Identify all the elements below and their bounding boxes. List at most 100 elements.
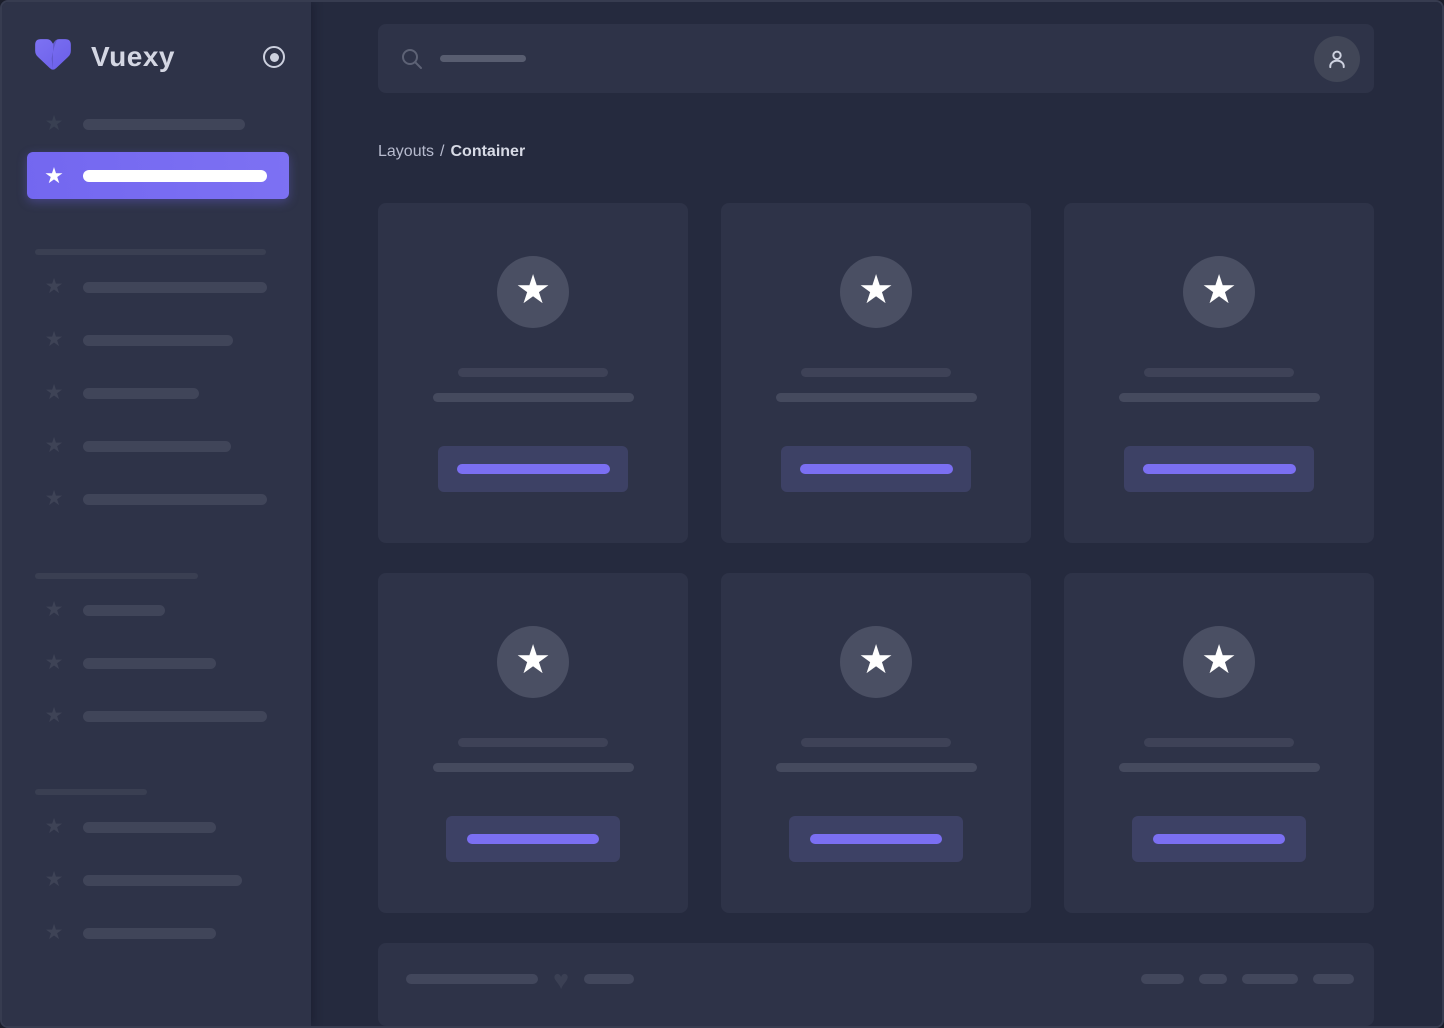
button-label-placeholder <box>456 464 610 475</box>
label-placeholder <box>83 604 165 616</box>
label-placeholder <box>83 281 267 293</box>
placeholder-card: ★ <box>378 573 688 914</box>
card-title-placeholder <box>458 738 608 748</box>
app-window: Vuexy ★ ★ ★ ★ ★ ★ ★ ★ ★ ★ ★ ★ ★ Layouts … <box>0 0 1444 1028</box>
card-title-placeholder <box>801 738 951 748</box>
sidebar-item[interactable]: ★ <box>2 652 311 674</box>
card-subtitle-placeholder <box>432 763 634 773</box>
sidebar-item[interactable]: ★ <box>2 435 311 457</box>
sidebar-item[interactable]: ★ <box>2 816 311 838</box>
star-icon: ★ <box>44 704 64 727</box>
footer-link-placeholder <box>1242 974 1298 985</box>
search-bar[interactable] <box>378 24 1374 94</box>
label-placeholder <box>83 440 231 452</box>
footer-text-placeholder <box>406 974 538 985</box>
card-star-badge: ★ <box>840 256 912 329</box>
footer-link-placeholder <box>1199 974 1227 985</box>
card-action-button[interactable] <box>1132 816 1306 863</box>
vuexy-logo-icon <box>35 39 71 70</box>
card-subtitle-placeholder <box>1118 763 1320 773</box>
star-icon: ★ <box>44 381 64 404</box>
label-placeholder <box>83 387 199 399</box>
star-icon: ★ <box>44 328 64 351</box>
card-star-badge: ★ <box>497 256 569 329</box>
sidebar-item[interactable]: ★ <box>2 599 311 621</box>
breadcrumb-current: Container <box>450 143 526 161</box>
card-action-button[interactable] <box>1124 446 1314 493</box>
card-title-placeholder <box>458 368 608 378</box>
card-action-button[interactable] <box>781 446 971 493</box>
radio-dot-icon <box>269 52 279 62</box>
button-label-placeholder <box>1153 834 1285 845</box>
star-icon: ★ <box>44 598 64 621</box>
card-action-button[interactable] <box>446 816 620 863</box>
sidebar-item[interactable]: ★ <box>2 922 311 944</box>
placeholder-card: ★ <box>721 573 1031 914</box>
placeholder-card: ★ <box>721 203 1031 544</box>
star-icon: ★ <box>44 162 64 188</box>
breadcrumb: Layouts / Container <box>378 142 1374 161</box>
brand-title: Vuexy <box>91 41 175 72</box>
star-icon: ★ <box>1201 638 1237 683</box>
card-star-badge: ★ <box>497 626 569 699</box>
sidebar-item[interactable]: ★ <box>2 329 311 351</box>
star-icon: ★ <box>515 268 551 313</box>
sidebar-nav: ★ ★ ★ ★ ★ ★ ★ ★ ★ ★ ★ ★ ★ <box>2 113 311 944</box>
star-icon: ★ <box>44 815 64 838</box>
card-subtitle-placeholder <box>1118 393 1320 403</box>
star-icon: ★ <box>515 638 551 683</box>
star-icon: ★ <box>858 268 894 313</box>
button-label-placeholder <box>467 834 599 845</box>
star-icon: ★ <box>44 112 64 135</box>
label-placeholder <box>83 493 267 505</box>
star-icon: ★ <box>44 487 64 510</box>
label-placeholder <box>83 821 216 833</box>
sidebar-item[interactable]: ★ <box>2 382 311 404</box>
label-placeholder <box>83 710 267 722</box>
label-placeholder <box>83 874 242 886</box>
card-star-badge: ★ <box>1183 256 1255 329</box>
label-placeholder <box>83 118 245 130</box>
card-action-button[interactable] <box>789 816 963 863</box>
footer-text-placeholder <box>584 974 635 985</box>
sidebar-item[interactable]: ★ <box>2 869 311 891</box>
sidebar-item[interactable]: ★ <box>2 488 311 510</box>
search-icon <box>402 48 422 69</box>
sidebar-item[interactable]: ★ <box>2 276 311 298</box>
search-placeholder-bar <box>440 55 526 63</box>
card-star-badge: ★ <box>1183 626 1255 699</box>
footer-link-placeholder <box>1141 974 1184 985</box>
card-action-button[interactable] <box>438 446 628 493</box>
sidebar: Vuexy ★ ★ ★ ★ ★ ★ ★ ★ ★ ★ ★ ★ ★ <box>2 2 311 1026</box>
star-icon: ★ <box>1201 268 1237 313</box>
breadcrumb-parent[interactable]: Layouts <box>378 143 434 160</box>
sidebar-item[interactable]: ★ <box>2 705 311 727</box>
footer-links <box>1141 974 1354 985</box>
label-placeholder <box>83 927 216 939</box>
label-placeholder <box>83 334 233 346</box>
heart-icon: ♥ <box>553 965 570 996</box>
footer-bar: ♥ <box>378 943 1374 1026</box>
button-label-placeholder <box>810 834 942 845</box>
placeholder-card: ★ <box>1064 203 1374 544</box>
placeholder-card: ★ <box>378 203 688 544</box>
user-icon <box>1329 50 1345 68</box>
section-header-placeholder <box>35 789 147 795</box>
card-title-placeholder <box>1144 368 1294 378</box>
breadcrumb-separator: / <box>440 143 445 161</box>
star-icon: ★ <box>44 275 64 298</box>
label-placeholder <box>83 169 267 182</box>
button-label-placeholder <box>1142 464 1296 475</box>
section-header-placeholder <box>35 573 198 579</box>
card-subtitle-placeholder <box>432 393 634 403</box>
user-avatar-button[interactable] <box>1314 35 1360 82</box>
card-subtitle-placeholder <box>775 763 977 773</box>
star-icon: ★ <box>858 638 894 683</box>
sidebar-header: Vuexy <box>2 2 311 82</box>
main-content: Layouts / Container ★ ★ ★ ★ ★ ★ ♥ <box>311 2 1442 1026</box>
card-title-placeholder <box>801 368 951 378</box>
sidebar-pin-toggle[interactable] <box>263 46 285 68</box>
sidebar-item-active[interactable]: ★ <box>27 152 289 199</box>
sidebar-item[interactable]: ★ <box>2 113 311 135</box>
footer-link-placeholder <box>1313 974 1354 985</box>
